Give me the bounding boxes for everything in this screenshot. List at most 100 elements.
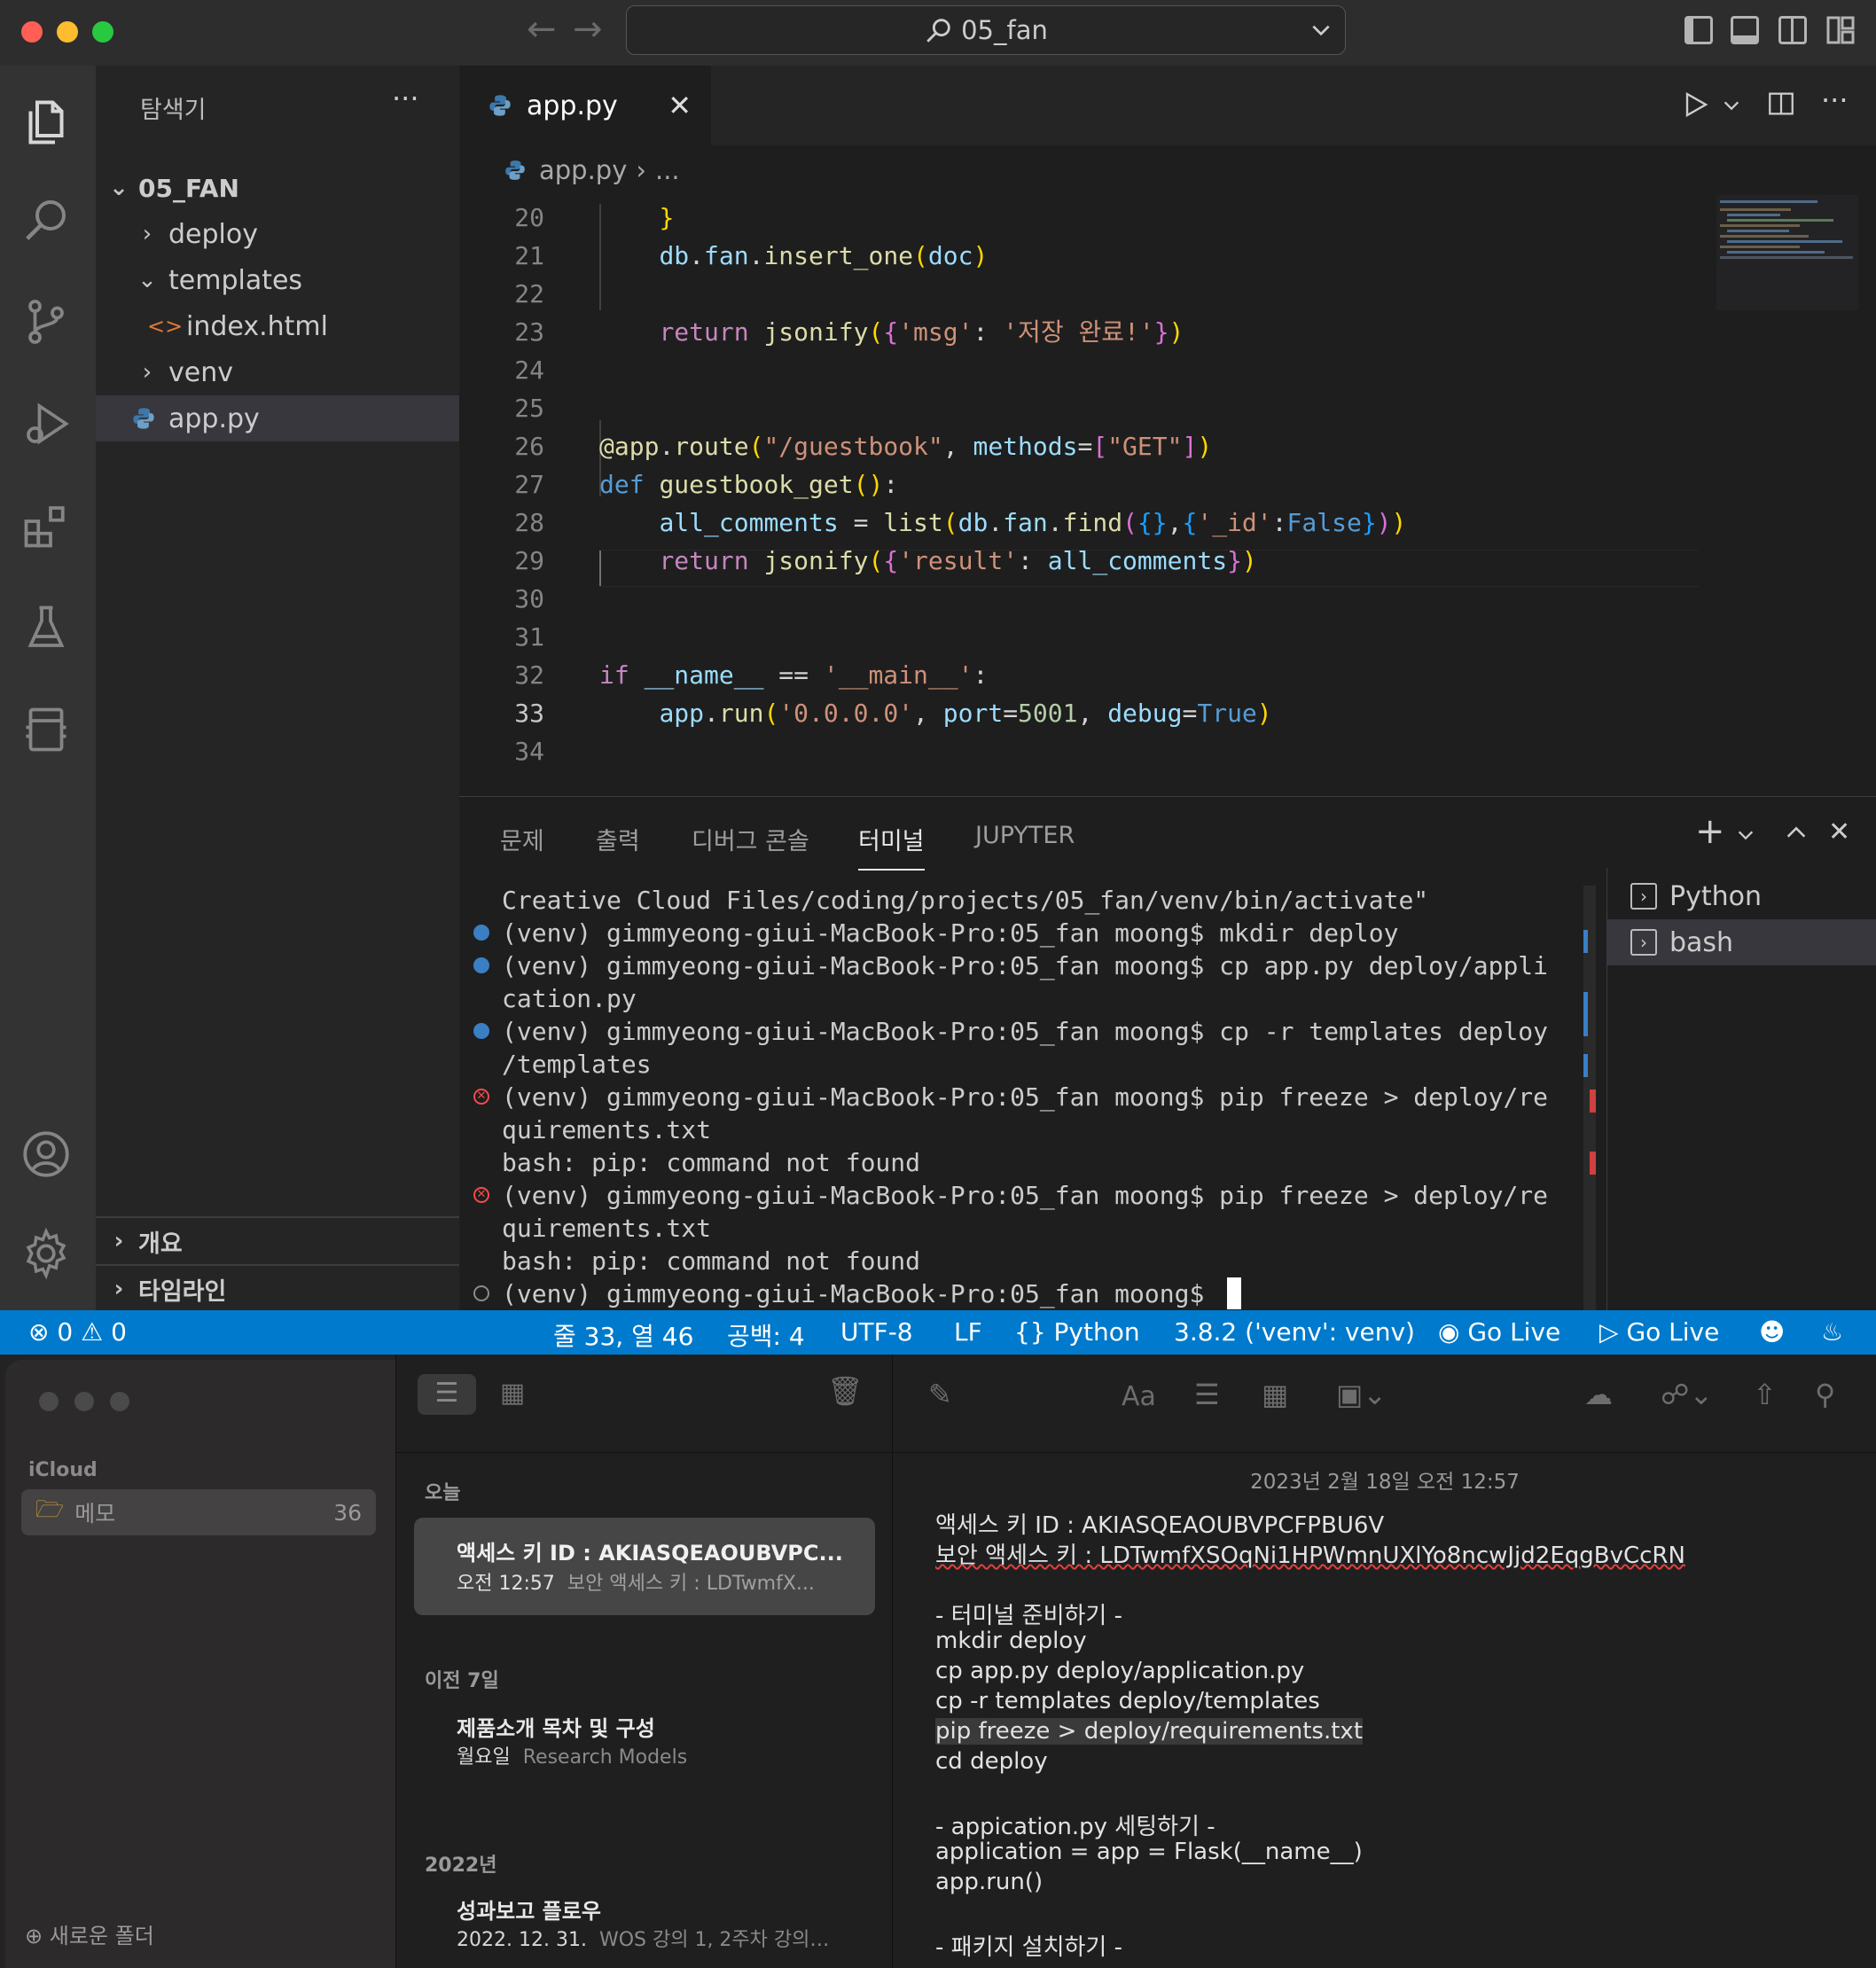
new-terminal-plus-icon[interactable]: + (1695, 811, 1725, 852)
folder-count: 36 (333, 1499, 362, 1526)
zoom-window-button[interactable] (110, 1392, 129, 1411)
terminal-scrollbar[interactable] (1583, 886, 1596, 1311)
python-interpreter[interactable]: 3.8.2 ('venv': venv) (1174, 1317, 1415, 1347)
toggle-panel-icon[interactable] (1731, 16, 1759, 44)
lock-icon[interactable]: ☍⌄ (1661, 1378, 1713, 1411)
customize-layout-icon[interactable] (1826, 16, 1855, 44)
command-error-icon[interactable]: ✕ (473, 1089, 489, 1105)
close-panel-icon[interactable]: ✕ (1828, 816, 1850, 847)
maximize-panel-icon[interactable] (1784, 820, 1809, 845)
activity-bar (0, 66, 96, 1310)
explorer-icon[interactable] (16, 92, 76, 152)
notifications-bell-icon[interactable]: ♨ (1821, 1317, 1843, 1347)
terminal-tab-bash[interactable]: › bash (1607, 919, 1876, 965)
zoom-window-button[interactable] (92, 21, 113, 43)
problems-status[interactable]: ⊗ 0 ⚠ 0 (28, 1317, 127, 1347)
tab-problems[interactable]: 문제 (500, 822, 544, 856)
notebook-icon[interactable] (16, 699, 76, 760)
share-icon[interactable]: ⇧ (1753, 1378, 1777, 1411)
feedback-icon[interactable]: ☻ (1759, 1317, 1785, 1347)
tree-item-venv[interactable]: › venv (96, 349, 459, 395)
command-error-icon[interactable]: ✕ (473, 1187, 489, 1203)
note-item[interactable]: 제품소개 목차 및 구성 월요일 Research Models (414, 1704, 875, 1784)
collaborate-icon[interactable]: ☁ (1584, 1378, 1613, 1411)
note-editor[interactable]: ✎ Aa ☰ ▦ ▣⌄ ☁ ☍⌄ ⇧ ⚲ 2023년 2월 18일 오전 12:… (892, 1355, 1876, 1968)
gallery-view-icon[interactable]: ▦ (490, 1374, 535, 1415)
chevron-down-icon[interactable] (1722, 96, 1741, 115)
table-icon[interactable]: ▦ (1262, 1378, 1288, 1411)
outline-section[interactable]: › 개요 (96, 1218, 459, 1264)
code-editor[interactable]: 20 } 21 db.fan.insert_one(doc) 22 23 ret… (459, 195, 1876, 796)
note-time: 월요일 (457, 1746, 511, 1769)
go-live-button-2[interactable]: ▷ Go Live (1599, 1317, 1719, 1347)
minimize-window-button[interactable] (74, 1392, 94, 1411)
settings-gear-icon[interactable] (16, 1223, 76, 1284)
tree-item-index-html[interactable]: <> index.html (96, 303, 459, 349)
indentation[interactable]: 공백: 4 (727, 1317, 805, 1353)
tab-output[interactable]: 출력 (596, 822, 640, 856)
end-of-line[interactable]: LF (954, 1317, 982, 1347)
toggle-secondary-sidebar-icon[interactable] (1778, 16, 1807, 44)
accounts-icon[interactable] (16, 1124, 76, 1184)
command-success-dot[interactable] (473, 957, 489, 973)
cursor-position[interactable]: 줄 33, 열 46 (553, 1317, 693, 1353)
media-icon[interactable]: ▣⌄ (1336, 1378, 1387, 1411)
run-debug-icon[interactable] (16, 394, 76, 454)
command-success-dot[interactable] (473, 925, 489, 941)
note-text-line: - 터미널 준비하기 - (935, 1603, 1122, 1629)
tab-app-py[interactable]: app.py ✕ (459, 66, 711, 145)
language-mode[interactable]: {} Python (1014, 1317, 1140, 1347)
checklist-icon[interactable]: ☰ (1194, 1378, 1220, 1411)
toggle-primary-sidebar-icon[interactable] (1684, 16, 1713, 44)
compose-icon[interactable]: ✎ (928, 1378, 952, 1411)
folder-root[interactable]: ⌄ 05_FAN (96, 165, 459, 211)
close-window-button[interactable] (21, 21, 43, 43)
testing-flask-icon[interactable] (16, 597, 76, 658)
new-folder-button[interactable]: ⊕ 새로운 폴더 (25, 1918, 154, 1949)
folder-notes[interactable]: 🗁 메모 36 (21, 1489, 376, 1535)
chevron-down-icon[interactable] (1309, 19, 1333, 42)
tab-terminal[interactable]: 터미널 (858, 822, 925, 871)
extensions-icon[interactable] (16, 496, 76, 556)
run-python-icon[interactable] (1679, 89, 1711, 121)
go-live-button[interactable]: ◉ Go Live (1438, 1317, 1560, 1347)
tab-jupyter[interactable]: JUPYTER (975, 822, 1075, 849)
folder-root-label: 05_FAN (138, 173, 239, 203)
tree-item-templates[interactable]: ⌄ templates (96, 257, 459, 303)
code-line: 25 (459, 389, 1860, 427)
text-format-icon[interactable]: Aa (1122, 1381, 1156, 1412)
command-center-search[interactable]: 05_fan (626, 5, 1346, 55)
terminal-tab-python[interactable]: › Python (1607, 873, 1876, 919)
tree-item-app-py[interactable]: app.py (96, 395, 459, 441)
note-item-selected[interactable]: 액세스 키 ID : AKIASQEAOUBVPC... 오전 12:57 보안… (414, 1518, 875, 1615)
minimap[interactable] (1716, 195, 1858, 310)
search-icon[interactable] (16, 190, 76, 250)
chevron-down-icon[interactable] (1736, 825, 1755, 845)
code-line: 30 (459, 580, 1860, 618)
timeline-section[interactable]: › 타임라인 (96, 1266, 459, 1312)
command-success-dot[interactable] (473, 1023, 489, 1039)
split-editor-icon[interactable] (1766, 89, 1796, 119)
encoding[interactable]: UTF-8 (840, 1317, 913, 1347)
more-actions-icon[interactable]: ··· (1821, 83, 1849, 117)
tree-item-deploy[interactable]: › deploy (96, 211, 459, 257)
terminal-output[interactable]: Creative Cloud Files/coding/projects/05_… (459, 884, 1576, 1309)
breadcrumb-file[interactable]: app.py (539, 155, 627, 185)
search-icon[interactable]: ⚲ (1815, 1378, 1835, 1411)
minimize-window-button[interactable] (57, 21, 78, 43)
tab-debug-console[interactable]: 디버그 콘솔 (692, 822, 809, 856)
close-tab-icon[interactable]: ✕ (668, 89, 692, 122)
braces-icon: {} (1014, 1317, 1046, 1347)
trash-icon[interactable]: 🗑 (827, 1374, 864, 1408)
more-actions-icon[interactable]: ··· (392, 82, 419, 115)
breadcrumb-more[interactable]: ... (655, 155, 680, 185)
error-count: 0 (57, 1317, 74, 1347)
back-arrow-icon[interactable]: ← (527, 9, 557, 50)
list-view-icon[interactable]: ☰ (418, 1374, 476, 1415)
source-control-icon[interactable] (16, 292, 76, 352)
command-pending-dot[interactable] (473, 1285, 489, 1301)
note-item[interactable]: 성과보고 플로우 2022. 12. 31. WOS 강의 1, 2주차 강의… (414, 1886, 875, 1966)
terminal-name: Python (1669, 880, 1762, 912)
close-window-button[interactable] (39, 1392, 59, 1411)
forward-arrow-icon[interactable]: → (573, 9, 603, 50)
